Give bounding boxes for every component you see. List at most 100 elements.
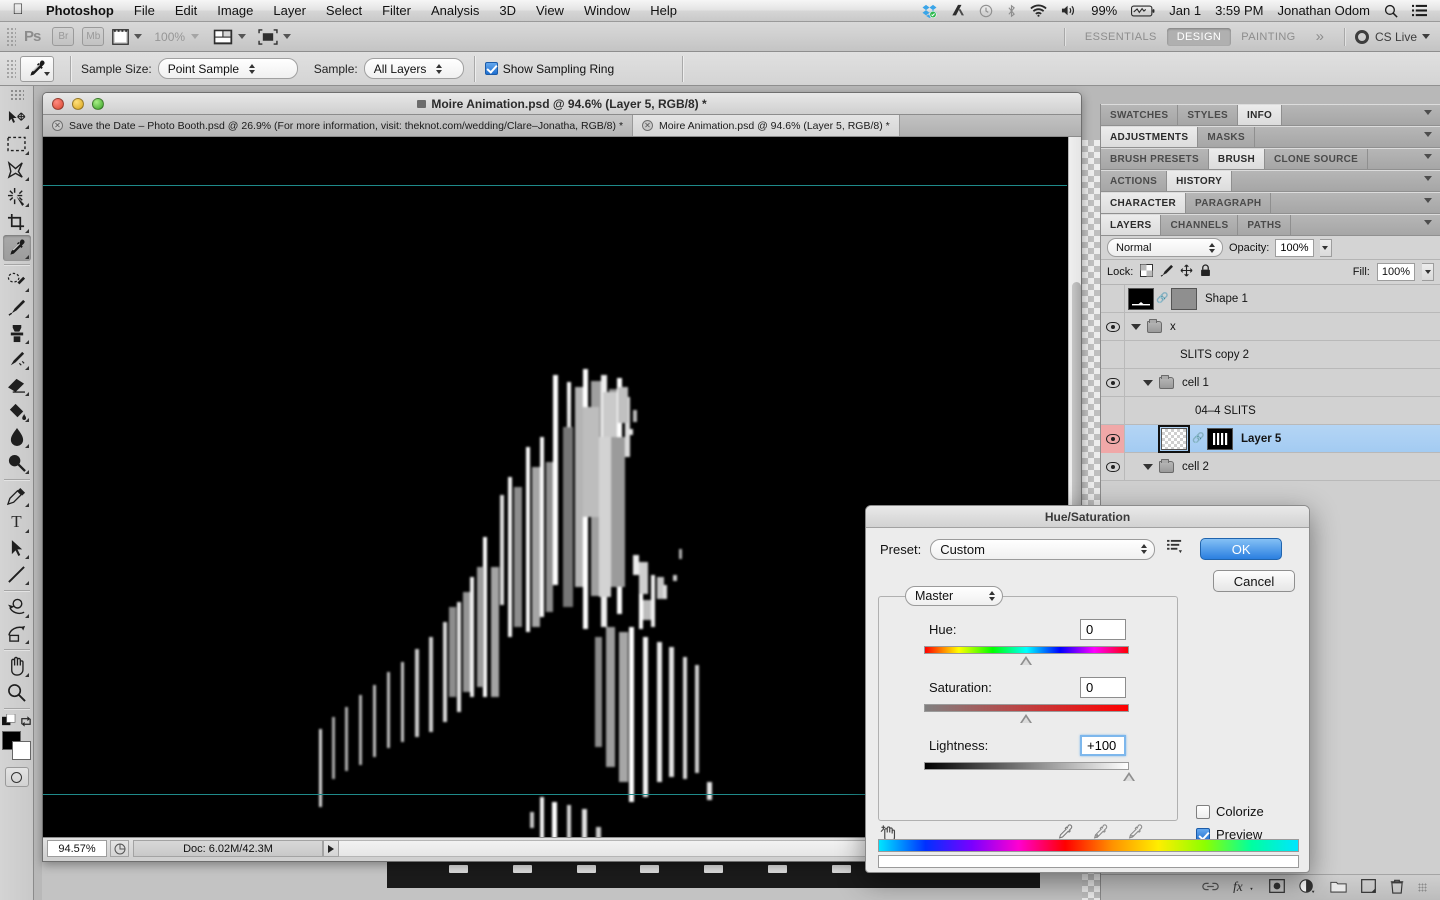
menu-bar-time[interactable]: 3:59 PM xyxy=(1208,0,1270,22)
paint-bucket-tool[interactable] xyxy=(3,398,31,424)
panel-menu-icon[interactable] xyxy=(1424,176,1435,181)
panel-menu-icon[interactable] xyxy=(1424,220,1435,225)
dropbox-icon[interactable] xyxy=(915,4,944,18)
close-tab-icon[interactable]: ✕ xyxy=(52,120,63,131)
close-tab-icon[interactable]: ✕ xyxy=(642,120,653,131)
workspace-design[interactable]: DESIGN xyxy=(1167,28,1232,46)
doc-preview-icon[interactable] xyxy=(110,840,129,857)
menu-item-help[interactable]: Help xyxy=(640,0,687,22)
tab-brush[interactable]: BRUSH xyxy=(1209,149,1265,169)
crop-tool[interactable] xyxy=(3,209,31,235)
vector-mask-thumbnail[interactable] xyxy=(1171,288,1197,310)
table-row[interactable]: 04–4 SLITS xyxy=(1101,397,1440,425)
layer-visibility-toggle[interactable] xyxy=(1101,285,1125,313)
layer-name[interactable]: 04–4 SLITS xyxy=(1195,405,1256,417)
lightness-value-field[interactable]: +100 xyxy=(1080,735,1126,756)
eraser-tool[interactable] xyxy=(3,372,31,398)
layer-visibility-toggle[interactable] xyxy=(1101,369,1125,397)
layer-visibility-toggle[interactable] xyxy=(1101,397,1125,425)
layer-name[interactable]: SLITS copy 2 xyxy=(1180,349,1249,361)
menu-item-window[interactable]: Window xyxy=(574,0,640,22)
tab-character[interactable]: CHARACTER xyxy=(1101,193,1186,213)
show-sampling-ring-checkbox[interactable]: Show Sampling Ring xyxy=(485,62,614,76)
launch-bridge-button[interactable]: Br xyxy=(52,27,74,46)
colorize-checkbox[interactable]: Colorize xyxy=(1196,804,1264,819)
spot-healing-brush-tool[interactable] xyxy=(3,268,31,294)
table-row[interactable]: 🔗 Shape 1 xyxy=(1101,285,1440,313)
layer-thumbnail[interactable] xyxy=(1161,428,1187,450)
lightness-slider-knob[interactable] xyxy=(1123,772,1136,781)
layer-visibility-toggle[interactable] xyxy=(1101,425,1125,453)
panel-menu-icon[interactable] xyxy=(1424,110,1435,115)
google-drive-icon[interactable] xyxy=(944,4,972,18)
menu-item-photoshop[interactable]: Photoshop xyxy=(36,0,124,22)
menu-item-view[interactable]: View xyxy=(526,0,574,22)
app-bar-grip[interactable] xyxy=(6,27,16,47)
menu-bar-username[interactable]: Jonathan Odom xyxy=(1270,0,1377,22)
layer-name[interactable]: x xyxy=(1170,321,1176,333)
new-group-icon[interactable] xyxy=(1330,879,1347,896)
menu-item-layer[interactable]: Layer xyxy=(263,0,316,22)
wifi-icon[interactable] xyxy=(1023,4,1054,17)
hue-value-field[interactable]: 0 xyxy=(1080,619,1126,640)
lock-all-icon[interactable] xyxy=(1200,264,1211,280)
zoom-tool[interactable] xyxy=(3,679,31,705)
dodge-tool[interactable] xyxy=(3,450,31,476)
brush-tool[interactable] xyxy=(3,294,31,320)
disclosure-triangle-icon[interactable] xyxy=(1131,324,1141,330)
layer-link-icon[interactable]: 🔗 xyxy=(1156,293,1166,304)
menu-item-edit[interactable]: Edit xyxy=(165,0,207,22)
document-tab-moire-animation[interactable]: ✕ Moire Animation.psd @ 94.6% (Layer 5, … xyxy=(633,115,900,136)
tab-masks[interactable]: MASKS xyxy=(1198,127,1255,147)
saturation-value-field[interactable]: 0 xyxy=(1080,677,1126,698)
new-layer-icon[interactable] xyxy=(1361,879,1376,896)
delete-layer-icon[interactable] xyxy=(1390,879,1404,897)
layer-name[interactable]: Shape 1 xyxy=(1205,293,1248,305)
tab-paths[interactable]: PATHS xyxy=(1238,215,1291,235)
sample-select[interactable]: All Layers xyxy=(364,58,464,79)
type-tool[interactable]: T xyxy=(3,509,31,535)
disclosure-triangle-icon[interactable] xyxy=(1143,464,1153,470)
screen-mode-button[interactable] xyxy=(258,29,291,45)
fill-stepper-icon[interactable] xyxy=(1422,263,1434,281)
pen-tool[interactable] xyxy=(3,483,31,509)
line-tool[interactable] xyxy=(3,561,31,587)
layer-visibility-toggle[interactable] xyxy=(1101,453,1125,481)
color-swatches[interactable] xyxy=(2,731,32,761)
3d-object-rotate-tool[interactable] xyxy=(3,594,31,620)
marquee-tool[interactable] xyxy=(3,131,31,157)
launch-mini-bridge-button[interactable]: Mb xyxy=(82,27,104,46)
panel-menu-icon[interactable] xyxy=(1424,198,1435,203)
dialog-title-bar[interactable]: Hue/Saturation xyxy=(866,506,1309,528)
quick-selection-tool[interactable] xyxy=(3,183,31,209)
tab-styles[interactable]: STYLES xyxy=(1178,105,1238,125)
menu-item-image[interactable]: Image xyxy=(207,0,263,22)
document-tab-save-the-date[interactable]: ✕ Save the Date – Photo Booth.psd @ 26.9… xyxy=(43,115,633,136)
path-selection-tool[interactable] xyxy=(3,535,31,561)
view-extras-button[interactable] xyxy=(112,29,142,45)
time-machine-icon[interactable] xyxy=(972,4,1000,18)
menu-item-select[interactable]: Select xyxy=(316,0,372,22)
link-layers-icon[interactable] xyxy=(1202,880,1219,895)
3d-camera-rotate-tool[interactable] xyxy=(3,620,31,646)
lasso-tool[interactable] xyxy=(3,157,31,183)
cs-live-button[interactable]: CS Live xyxy=(1355,30,1430,44)
panel-menu-icon[interactable] xyxy=(1424,154,1435,159)
ok-button[interactable]: OK xyxy=(1200,538,1282,560)
preset-select[interactable]: Custom xyxy=(930,539,1155,560)
sample-size-select[interactable]: Point Sample xyxy=(158,58,298,79)
notification-center-icon[interactable] xyxy=(1405,4,1434,17)
volume-icon[interactable] xyxy=(1054,4,1084,17)
document-title-bar[interactable]: Moire Animation.psd @ 94.6% (Layer 5, RG… xyxy=(43,93,1081,115)
saturation-slider-knob[interactable] xyxy=(1020,714,1033,723)
disclosure-triangle-icon[interactable] xyxy=(1143,380,1153,386)
tab-history[interactable]: HISTORY xyxy=(1167,171,1232,191)
fill-value[interactable]: 100% xyxy=(1377,263,1415,281)
add-layer-mask-icon[interactable] xyxy=(1269,879,1285,896)
opacity-stepper-icon[interactable] xyxy=(1320,239,1332,257)
cancel-button[interactable]: Cancel xyxy=(1213,570,1295,592)
layer-name[interactable]: cell 1 xyxy=(1182,377,1209,389)
layer-thumbnail[interactable] xyxy=(1128,288,1154,310)
opacity-value[interactable]: 100% xyxy=(1275,239,1313,257)
layer-style-icon[interactable]: fx xyxy=(1233,879,1255,896)
